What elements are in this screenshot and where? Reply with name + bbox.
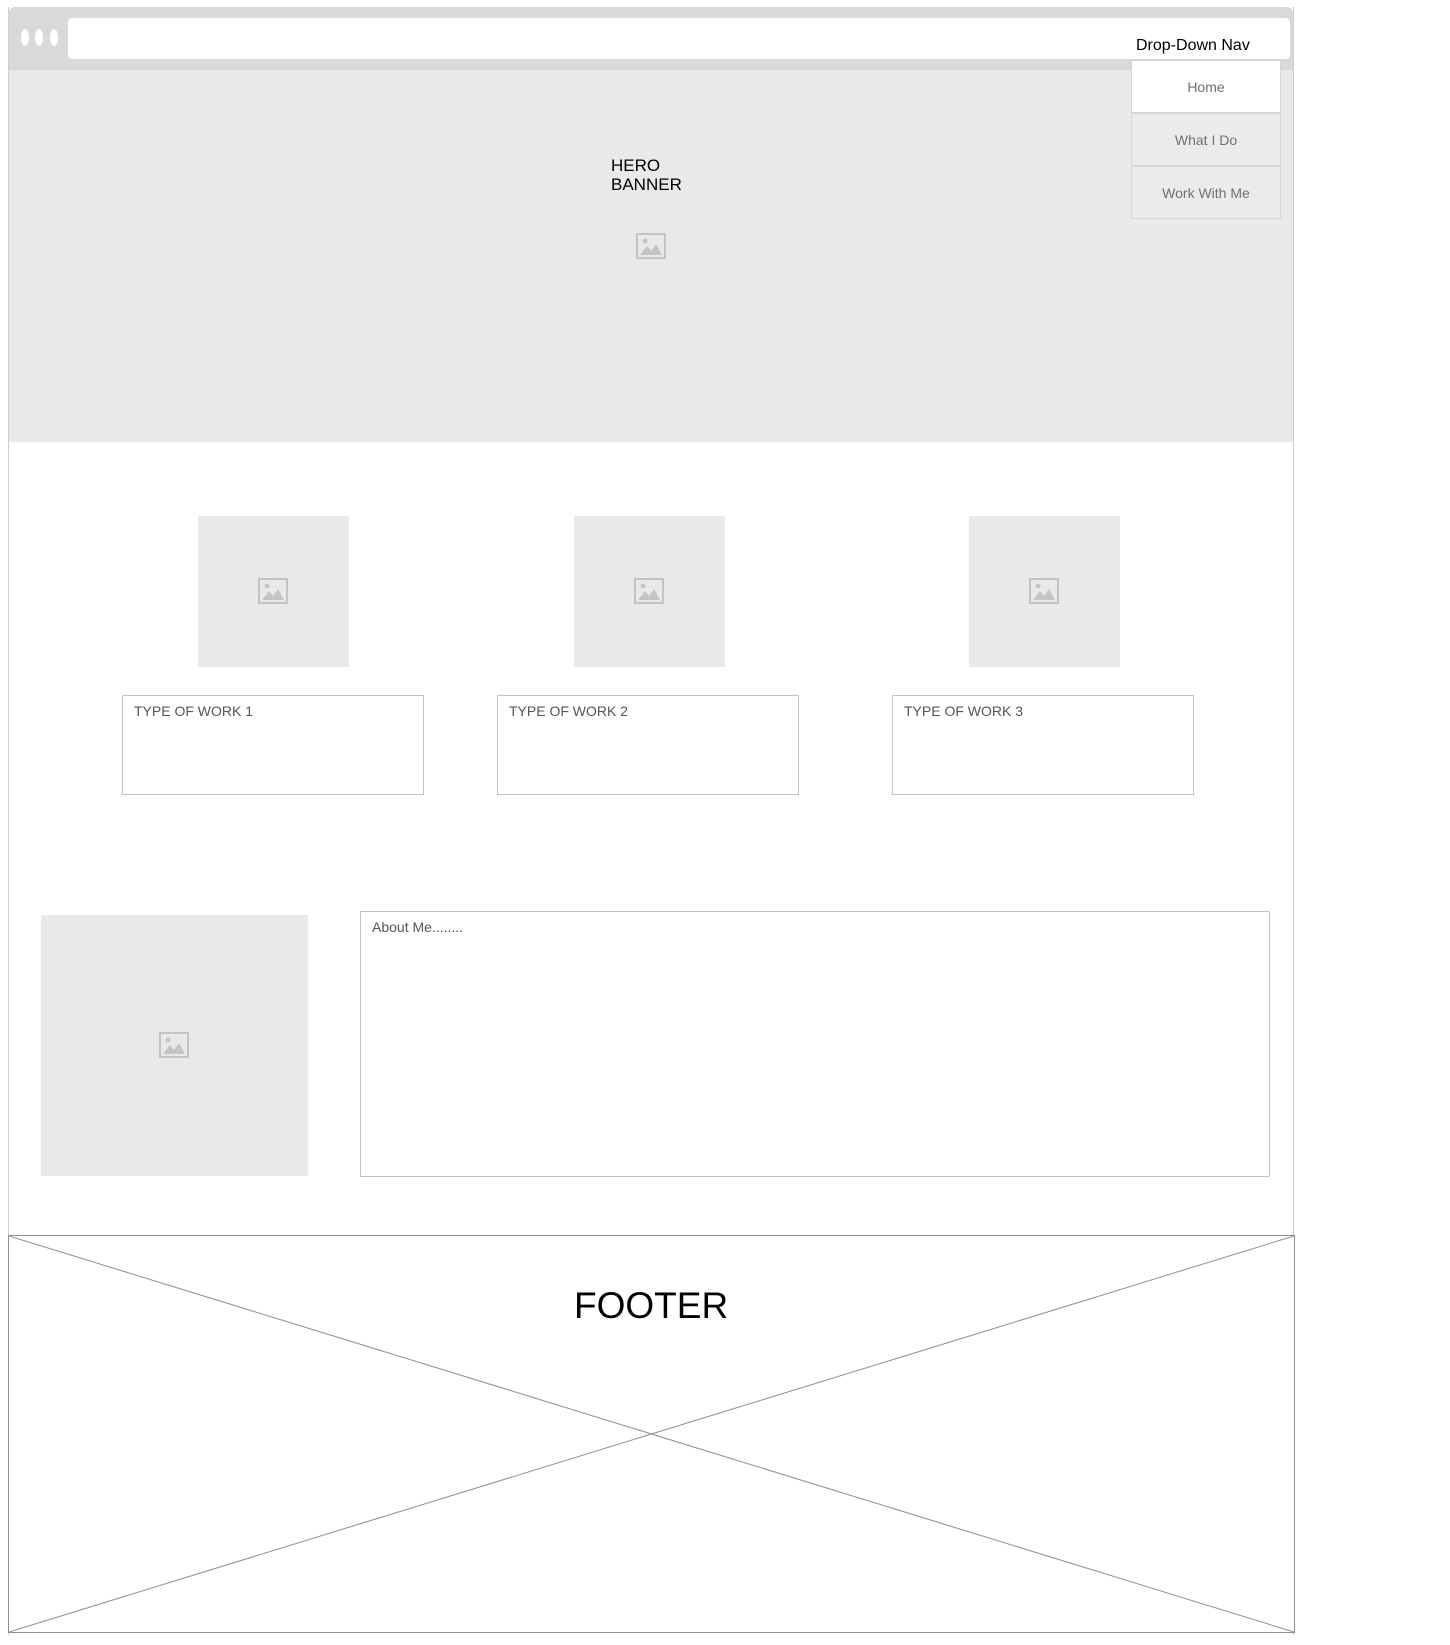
- work-box-1: TYPE OF WORK 1: [122, 695, 424, 795]
- nav-item-label: Home: [1187, 78, 1225, 95]
- about-image: [41, 915, 308, 1176]
- hero-banner: HERO BANNER: [9, 70, 1293, 442]
- image-placeholder-icon: [1029, 578, 1059, 604]
- nav-item-home[interactable]: Home: [1131, 60, 1281, 113]
- work-box-2: TYPE OF WORK 2: [497, 695, 799, 795]
- work-box-3: TYPE OF WORK 3: [892, 695, 1194, 795]
- work-box-label: TYPE OF WORK 1: [134, 703, 254, 719]
- dropdown-nav-title[interactable]: Drop-Down Nav: [1136, 37, 1250, 55]
- work-box-label: TYPE OF WORK 2: [509, 703, 629, 719]
- footer-title: FOOTER: [574, 1285, 729, 1326]
- work-image-1: [198, 516, 349, 667]
- image-placeholder-icon: [634, 578, 664, 604]
- image-placeholder-icon: [258, 578, 288, 604]
- work-image-3: [969, 516, 1120, 667]
- browser-chrome: [9, 7, 1293, 70]
- footer: FOOTER: [8, 1235, 1295, 1633]
- nav-item-label: What I Do: [1174, 131, 1238, 148]
- nav-item-what-i-do[interactable]: What I Do: [1131, 113, 1281, 166]
- about-text: About Me........: [372, 919, 464, 935]
- work-image-2: [574, 516, 725, 667]
- image-placeholder-icon: [636, 233, 666, 259]
- image-placeholder-icon: [159, 1032, 189, 1058]
- address-bar[interactable]: [68, 18, 1290, 59]
- about-box: About Me........: [360, 911, 1270, 1177]
- nav-item-work-with-me[interactable]: Work With Me: [1131, 166, 1281, 219]
- hero-title: HERO BANNER: [611, 156, 682, 194]
- work-box-label: TYPE OF WORK 3: [904, 703, 1024, 719]
- nav-item-label: Work With Me: [1162, 184, 1250, 201]
